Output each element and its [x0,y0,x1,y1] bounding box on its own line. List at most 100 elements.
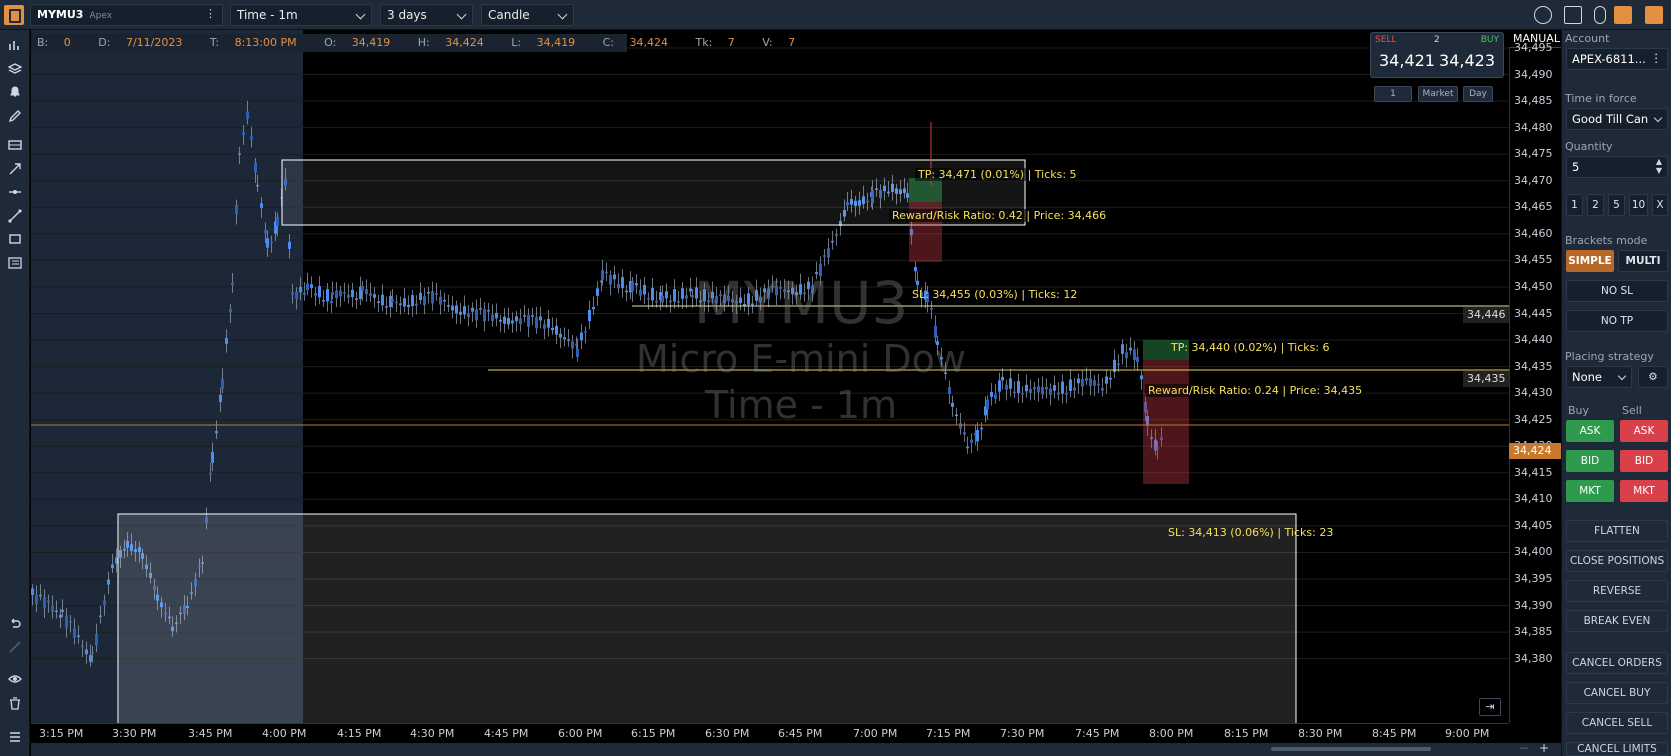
tp-label-1[interactable]: TP: 34,471 (0.01%) | Ticks: 5 [915,168,1080,181]
time-tick: 8:15 PM [1224,727,1269,740]
horizontal-line-icon[interactable] [6,183,24,201]
arrow-line-icon[interactable] [6,160,24,178]
alert-bell-icon[interactable] [6,83,24,101]
time-axis[interactable]: 3:15 PM 3:30 PM 3:45 PM 4:00 PM 4:15 PM 4:30 … [31,723,1509,743]
break-even-button[interactable]: BREAK EVEN [1566,610,1668,632]
candle-body [1065,393,1068,395]
qty-preset-10[interactable]: 10 [1629,194,1648,216]
bid-price[interactable]: 34,421 [1379,51,1435,70]
quick-qty-button[interactable]: 1 [1374,86,1412,102]
app-menu-icon[interactable] [4,5,24,25]
qty-clear-button[interactable]: X [1652,194,1668,216]
trend-line-icon[interactable] [6,207,24,225]
no-sl-button[interactable]: NO SL [1566,280,1668,302]
redo-icon[interactable] [6,638,24,656]
close-positions-button[interactable]: CLOSE POSITIONS [1566,550,1668,572]
candle-body [238,153,241,155]
stepper-arrows-icon[interactable]: ▲ ▼ [1656,157,1662,175]
cancel-buy-button[interactable]: CANCEL BUY [1566,682,1668,704]
buy-ask-button[interactable]: ASK [1566,420,1614,442]
buy-market-button[interactable]: MKT [1566,480,1614,502]
undo-icon[interactable] [6,614,24,632]
price-axis[interactable]: 34,495 34,490 34,485 34,480 34,475 34,470 34,4… [1509,41,1561,723]
price-tick: 34,475 [1514,147,1553,161]
keyboard-icon[interactable] [1564,6,1582,24]
cancel-orders-button[interactable]: CANCEL ORDERS [1566,652,1668,674]
sell-market-button[interactable]: MKT [1620,480,1668,502]
sl-label-1[interactable]: SL: 34,455 (0.03%) | Ticks: 12 [912,288,1077,301]
account-label: Account [1565,32,1610,45]
symbol-selector[interactable]: MYMU3 Apex ⋮ [30,4,223,26]
horizontal-ray-icon[interactable] [6,136,24,154]
list-icon[interactable] [6,728,24,746]
sl-label-2[interactable]: SL: 34,413 (0.06%) | Ticks: 23 [1168,526,1333,539]
cancel-sell-button[interactable]: CANCEL SELL [1566,712,1668,734]
time-tick: 7:00 PM [853,727,898,740]
candle-body [1117,363,1120,366]
candle-body [43,597,46,609]
more-options-icon[interactable]: ⋮ [1651,51,1663,65]
zoom-out-icon[interactable]: − [1519,741,1529,755]
candle-body [250,136,253,140]
candle-body [447,305,450,307]
multi-bracket-button[interactable]: MULTI [1618,250,1668,272]
candle-body [531,315,534,317]
panel-toggle-icon[interactable] [1645,6,1663,24]
cancel-limits-button[interactable]: CANCEL LIMITS [1566,742,1668,756]
trash-icon[interactable] [6,694,24,712]
no-tp-button[interactable]: NO TP [1566,310,1668,332]
mouse-icon[interactable] [1594,6,1606,24]
quick-day-button[interactable]: Day [1463,86,1493,102]
zoom-in-icon[interactable]: + [1539,741,1549,755]
candle-body [326,289,329,302]
scroll-to-end-icon[interactable]: ⇥ [1479,698,1501,716]
rectangle-icon[interactable] [6,230,24,248]
simple-bracket-button[interactable]: SIMPLE [1566,250,1614,272]
tif-dropdown[interactable]: Good Till Can [1566,108,1668,130]
layers-icon[interactable] [6,60,24,78]
chart-type-dropdown[interactable]: Candle [481,4,574,26]
placing-strategy-dropdown[interactable]: None [1566,366,1632,388]
flatten-button[interactable]: FLATTEN [1566,520,1668,542]
price-tick: 34,470 [1514,173,1553,187]
sell-bid-button[interactable]: BID [1620,450,1668,472]
candle-body [467,313,470,318]
sell-ask-button[interactable]: ASK [1620,420,1668,442]
broker-name: Apex [89,11,113,21]
pencil-icon[interactable] [6,107,24,125]
tif-label: Time in force [1565,92,1637,105]
range-dropdown[interactable]: 3 days [380,4,473,26]
buy-bid-button[interactable]: BID [1566,450,1614,472]
link-icon[interactable] [1534,6,1552,24]
candle-body [1133,349,1136,360]
layout-icon[interactable] [1614,6,1632,24]
settings-gear-icon[interactable]: ⚙ [1638,366,1668,388]
candle-body [1125,352,1128,359]
more-options-icon[interactable]: ⋮ [205,7,216,20]
rr-label-2[interactable]: Reward/Risk Ratio: 0.24 | Price: 34,435 [1145,384,1366,397]
candle-body [85,649,88,655]
hline-price-tag-2[interactable]: 34,435 [1463,371,1509,387]
scrollbar-thumb[interactable] [1271,747,1431,751]
quick-market-button[interactable]: Market [1418,86,1458,102]
ask-price[interactable]: 34,423 [1439,51,1495,70]
account-field[interactable]: APEX-6811... ⋮ [1566,48,1668,70]
candle-body [1109,377,1112,380]
quantity-stepper[interactable]: 5 ▲ ▼ [1566,156,1668,178]
candle-body [411,295,414,307]
reverse-button[interactable]: REVERSE [1566,580,1668,602]
time-tick: 4:00 PM [262,727,307,740]
eye-icon[interactable] [6,670,24,688]
indicators-icon[interactable] [6,36,24,54]
rr-label-1[interactable]: Reward/Risk Ratio: 0.42 | Price: 34,466 [889,209,1110,222]
template-icon[interactable] [6,254,24,272]
price-chart[interactable]: MYMU3 Micro E-mini Dow Time - 1m B: 0 D:… [31,30,1509,723]
tp-label-2[interactable]: TP: 34,440 (0.02%) | Ticks: 6 [1171,341,1330,354]
candle-body [1093,380,1096,386]
timeframe-dropdown[interactable]: Time - 1m [230,4,372,26]
hline-price-tag-1[interactable]: 34,446 [1463,307,1509,323]
qty-preset-2[interactable]: 2 [1587,194,1604,216]
horizontal-scrollbar[interactable]: − + [31,741,1561,756]
qty-preset-1[interactable]: 1 [1566,194,1583,216]
qty-preset-5[interactable]: 5 [1608,194,1625,216]
